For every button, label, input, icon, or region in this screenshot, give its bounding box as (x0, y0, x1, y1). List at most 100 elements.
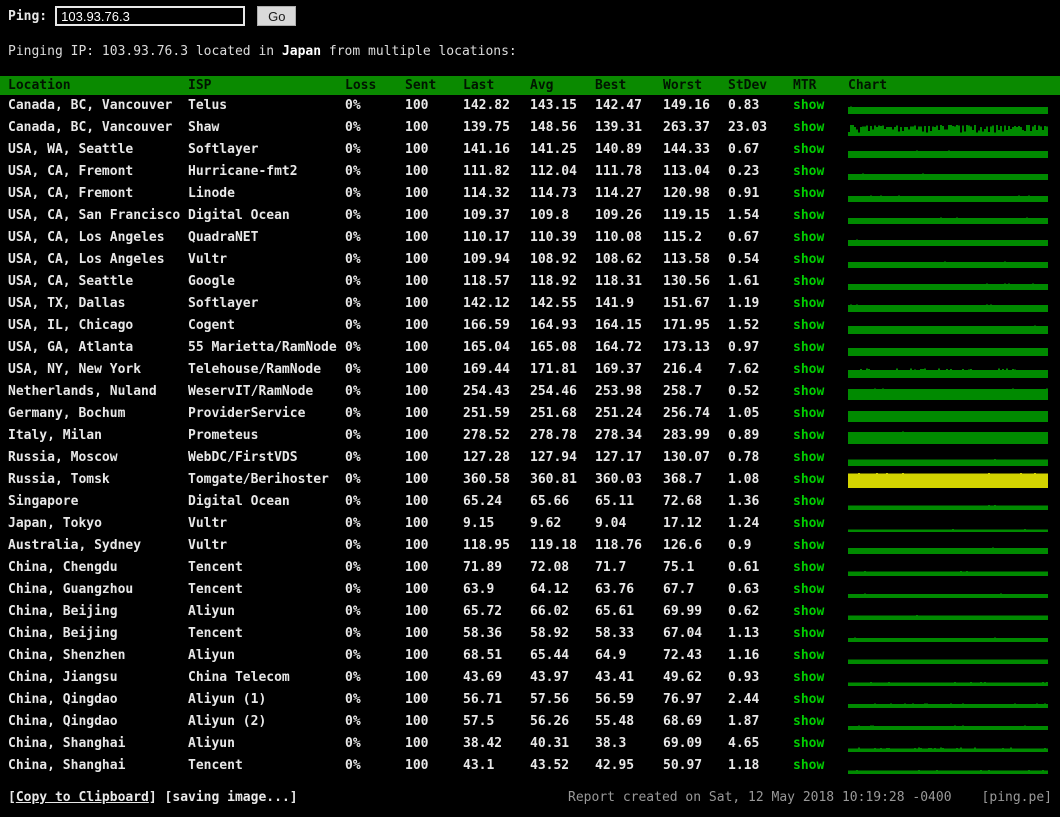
avg-cell: 65.66 (530, 491, 595, 513)
latency-sparkline (848, 425, 1060, 447)
sent-cell: 100 (405, 249, 463, 271)
status-ip: 103.93.76.3 (102, 44, 188, 59)
best-cell: 140.89 (595, 139, 663, 161)
avg-cell: 251.68 (530, 403, 595, 425)
mtr-show-link[interactable]: show (793, 626, 824, 641)
latency-sparkline (848, 667, 1060, 689)
mtr-show-link[interactable]: show (793, 274, 824, 289)
last-cell: 65.24 (463, 491, 530, 513)
status-country: Japan (282, 44, 321, 59)
table-row: China, Chengdu Tencent 0% 100 71.89 72.0… (0, 557, 1060, 579)
latency-sparkline (848, 293, 1060, 315)
col-header-location: Location (0, 76, 188, 95)
mtr-show-link[interactable]: show (793, 648, 824, 663)
location-cell: USA, CA, Fremont (0, 183, 188, 205)
latency-sparkline (848, 689, 1060, 711)
location-cell: Italy, Milan (0, 425, 188, 447)
mtr-show-link[interactable]: show (793, 692, 824, 707)
best-cell: 278.34 (595, 425, 663, 447)
mtr-show-link[interactable]: show (793, 164, 824, 179)
mtr-show-link[interactable]: show (793, 582, 824, 597)
copy-to-clipboard-link[interactable]: Copy to Clipboard (16, 790, 149, 805)
pingpe-brand-link[interactable]: [ping.pe] (982, 790, 1052, 805)
mtr-show-link[interactable]: show (793, 340, 824, 355)
location-cell: USA, IL, Chicago (0, 315, 188, 337)
mtr-show-link[interactable]: show (793, 670, 824, 685)
location-cell: Netherlands, Nuland (0, 381, 188, 403)
mtr-show-link[interactable]: show (793, 318, 824, 333)
mtr-show-link[interactable]: show (793, 604, 824, 619)
sent-cell: 100 (405, 293, 463, 315)
mtr-show-link[interactable]: show (793, 208, 824, 223)
mtr-show-link[interactable]: show (793, 98, 824, 113)
worst-cell: 130.07 (663, 447, 728, 469)
avg-cell: 109.8 (530, 205, 595, 227)
avg-cell: 9.62 (530, 513, 595, 535)
mtr-show-link[interactable]: show (793, 252, 824, 267)
isp-cell: Tencent (188, 623, 345, 645)
mtr-show-link[interactable]: show (793, 450, 824, 465)
mtr-show-link[interactable]: show (793, 230, 824, 245)
worst-cell: 120.98 (663, 183, 728, 205)
best-cell: 64.9 (595, 645, 663, 667)
col-header-best: Best (595, 76, 663, 95)
avg-cell: 110.39 (530, 227, 595, 249)
sent-cell: 100 (405, 425, 463, 447)
location-cell: China, Qingdao (0, 689, 188, 711)
mtr-show-link[interactable]: show (793, 428, 824, 443)
table-row: Canada, BC, Vancouver Shaw 0% 100 139.75… (0, 117, 1060, 139)
mtr-show-link[interactable]: show (793, 362, 824, 377)
sent-cell: 100 (405, 733, 463, 755)
best-cell: 360.03 (595, 469, 663, 491)
stdev-cell: 1.36 (728, 491, 793, 513)
loss-cell: 0% (345, 381, 405, 403)
mtr-show-link[interactable]: show (793, 560, 824, 575)
loss-cell: 0% (345, 403, 405, 425)
mtr-show-link[interactable]: show (793, 714, 824, 729)
best-cell: 63.76 (595, 579, 663, 601)
go-button[interactable]: Go (257, 6, 296, 26)
loss-cell: 0% (345, 183, 405, 205)
latency-sparkline (848, 315, 1060, 337)
mtr-show-link[interactable]: show (793, 494, 824, 509)
loss-cell: 0% (345, 601, 405, 623)
latency-sparkline (848, 183, 1060, 205)
stdev-cell: 0.67 (728, 227, 793, 249)
last-cell: 142.82 (463, 95, 530, 117)
worst-cell: 151.67 (663, 293, 728, 315)
mtr-show-link[interactable]: show (793, 406, 824, 421)
best-cell: 56.59 (595, 689, 663, 711)
sent-cell: 100 (405, 623, 463, 645)
sent-cell: 100 (405, 161, 463, 183)
table-row: Russia, Tomsk Tomgate/Berihoster 0% 100 … (0, 469, 1060, 491)
ping-ip-input[interactable] (55, 6, 245, 26)
avg-cell: 57.56 (530, 689, 595, 711)
best-cell: 9.04 (595, 513, 663, 535)
mtr-show-link[interactable]: show (793, 120, 824, 135)
worst-cell: 149.16 (663, 95, 728, 117)
mtr-show-link[interactable]: show (793, 516, 824, 531)
sent-cell: 100 (405, 755, 463, 777)
mtr-show-link[interactable]: show (793, 142, 824, 157)
mtr-show-link[interactable]: show (793, 758, 824, 773)
loss-cell: 0% (345, 623, 405, 645)
mtr-show-link[interactable]: show (793, 736, 824, 751)
last-cell: 142.12 (463, 293, 530, 315)
table-row: China, Jiangsu China Telecom 0% 100 43.6… (0, 667, 1060, 689)
stdev-cell: 4.65 (728, 733, 793, 755)
sent-cell: 100 (405, 227, 463, 249)
avg-cell: 360.81 (530, 469, 595, 491)
loss-cell: 0% (345, 513, 405, 535)
loss-cell: 0% (345, 139, 405, 161)
mtr-show-link[interactable]: show (793, 186, 824, 201)
latency-sparkline (848, 535, 1060, 557)
footer-actions: [Copy to Clipboard] [saving image...] (8, 789, 298, 806)
latency-sparkline (848, 623, 1060, 645)
location-cell: Japan, Tokyo (0, 513, 188, 535)
mtr-show-link[interactable]: show (793, 472, 824, 487)
mtr-show-link[interactable]: show (793, 296, 824, 311)
last-cell: 278.52 (463, 425, 530, 447)
stdev-cell: 0.83 (728, 95, 793, 117)
mtr-show-link[interactable]: show (793, 384, 824, 399)
mtr-show-link[interactable]: show (793, 538, 824, 553)
